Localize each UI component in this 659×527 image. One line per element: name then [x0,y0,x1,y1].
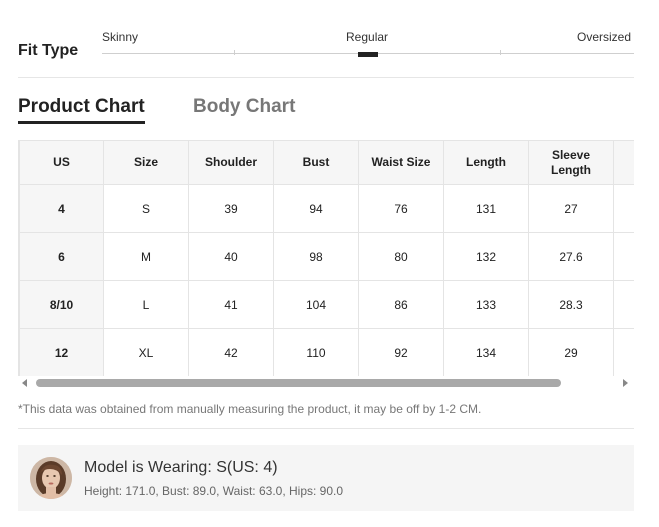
table-cell: 27.6 [528,232,614,281]
measurement-note: *This data was obtained from manually me… [18,402,482,416]
table-cell: 12 [19,328,104,376]
table-cell: 27 [528,184,614,233]
table-cell: 39 [188,184,274,233]
table-cell: 4 [19,184,104,233]
column-header: Shoulder [188,140,274,185]
table-scrollbar[interactable] [18,377,634,389]
fit-type-indicator [358,52,378,57]
column-header-overflow [613,140,634,185]
table-header-row: US Size Shoulder Bust Waist Size Length … [19,140,634,185]
tab-body-chart[interactable]: Body Chart [193,96,295,118]
size-table: US Size Shoulder Bust Waist Size Length … [19,140,634,376]
table-cell: 133 [443,280,529,329]
table-row: 6 M 40 98 80 132 27.6 [19,232,634,281]
divider [18,77,634,78]
model-measurements: Height: 171.0, Bust: 89.0, Waist: 63.0, … [84,484,344,498]
chart-tabs: Product Chart Body Chart [18,96,634,126]
column-header: Bust [273,140,359,185]
fit-type-tick [234,50,235,55]
model-portrait-icon [30,457,72,499]
table-row: 4 S 39 94 76 131 27 [19,184,634,233]
table-cell: 40 [188,232,274,281]
column-header: Waist Size [358,140,444,185]
size-table-container[interactable]: US Size Shoulder Bust Waist Size Length … [18,140,634,376]
table-cell: 42 [188,328,274,376]
fit-type-section: Fit Type Skinny Regular Oversized [18,26,634,66]
table-cell: 76 [358,184,444,233]
table-cell: 86 [358,280,444,329]
table-cell-overflow [613,232,634,281]
tab-product-chart[interactable]: Product Chart [18,96,145,124]
table-cell: 6 [19,232,104,281]
table-cell-overflow [613,328,634,376]
table-cell: L [103,280,189,329]
column-header-label: Sleeve Length [551,147,591,177]
model-info-card: Model is Wearing: S(US: 4) Height: 171.0… [18,445,634,511]
fit-option-regular: Regular [346,30,389,44]
table-cell: M [103,232,189,281]
table-row: 12 XL 42 110 92 134 29 [19,328,634,376]
table-cell: S [103,184,189,233]
column-header: US [19,140,104,185]
table-cell: XL [103,328,189,376]
fit-option-skinny: Skinny [102,30,139,44]
table-cell: 92 [358,328,444,376]
table-cell: 29 [528,328,614,376]
table-cell: 8/10 [19,280,104,329]
table-cell: 134 [443,328,529,376]
divider [18,428,634,429]
table-cell: 110 [273,328,359,376]
table-cell: 80 [358,232,444,281]
column-header: Length [443,140,529,185]
table-cell: 104 [273,280,359,329]
fit-type-tick [500,50,501,55]
model-avatar [30,457,72,499]
table-cell: 132 [443,232,529,281]
table-cell: 41 [188,280,274,329]
model-wearing-title: Model is Wearing: S(US: 4) [84,459,278,476]
column-header: Sleeve Length [528,140,614,185]
table-row: 8/10 L 41 104 86 133 28.3 [19,280,634,329]
scroll-left-arrow-icon[interactable] [22,379,27,387]
table-cell-overflow [613,280,634,329]
table-cell: 98 [273,232,359,281]
table-cell: 94 [273,184,359,233]
table-cell: 28.3 [528,280,614,329]
column-header: Size [103,140,189,185]
fit-option-oversized: Oversized [577,30,632,44]
table-cell-overflow [613,184,634,233]
table-cell: 131 [443,184,529,233]
scroll-right-arrow-icon[interactable] [623,379,628,387]
scrollbar-thumb[interactable] [36,379,561,387]
fit-type-title: Fit Type [18,42,79,59]
